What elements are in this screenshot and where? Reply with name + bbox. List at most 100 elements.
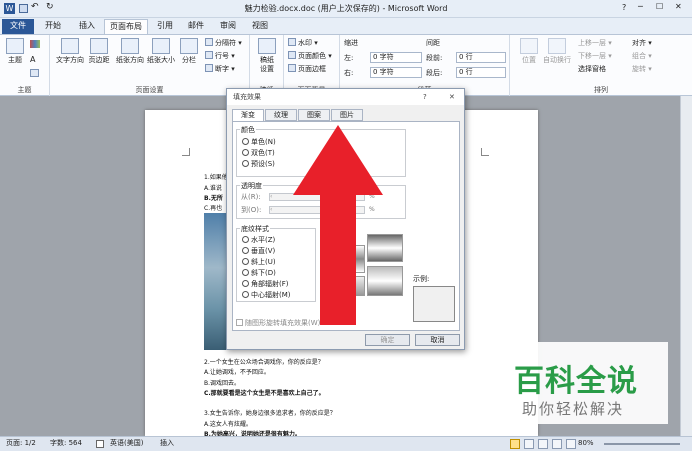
- minimize-icon[interactable]: ─: [638, 2, 643, 11]
- rotate-button[interactable]: 旋转 ▾: [632, 64, 652, 74]
- tab-review[interactable]: 审阅: [214, 19, 242, 34]
- doc-line: B.调戏回去。: [204, 380, 241, 387]
- radio-diagonal-down[interactable]: 斜下(D): [242, 269, 276, 278]
- sample-label: 示例:: [413, 275, 430, 283]
- status-insert-mode[interactable]: 插入: [160, 437, 174, 450]
- columns-icon: [180, 38, 198, 54]
- radio-vertical-circle: [242, 247, 249, 254]
- page-color-button[interactable]: 页面颜色 ▾: [288, 51, 332, 61]
- outline-view-icon[interactable]: [552, 439, 562, 449]
- watermark-button[interactable]: 水印 ▾: [288, 38, 318, 48]
- proofing-icon[interactable]: [96, 440, 104, 448]
- cancel-button[interactable]: 取消: [415, 334, 460, 346]
- wrap-text-button[interactable]: 自动换行: [542, 38, 572, 65]
- zoom-slider[interactable]: [604, 443, 680, 445]
- doc-line: A.让她调戏，不予回应。: [204, 369, 270, 376]
- page-borders-button[interactable]: 页面边框: [288, 64, 326, 74]
- tab-gradient[interactable]: 渐变: [232, 109, 264, 121]
- position-icon: [520, 38, 538, 54]
- help-icon[interactable]: ?: [622, 3, 626, 12]
- ok-button[interactable]: 确定: [365, 334, 410, 346]
- spacing-after-field[interactable]: 0 行: [456, 67, 506, 78]
- margins-button[interactable]: 页边距: [86, 38, 112, 65]
- ribbon: 主题 A 主题 文字方向 页边距 纸张方向 纸张大小 分栏 分隔符 ▾ 行号 ▾…: [0, 34, 692, 96]
- group-label-page-setup: 页面设置: [135, 86, 164, 94]
- text-direction-icon: [61, 38, 79, 54]
- ribbon-tab-bar: 文件 开始 插入 页面布局 引用 邮件 审阅 视图: [0, 18, 692, 34]
- radio-from-center[interactable]: 中心辐射(M): [242, 291, 291, 300]
- group-themes: 主题 A 主题: [0, 35, 50, 96]
- draft-settings-button[interactable]: 稿纸 设置: [256, 38, 278, 74]
- status-words[interactable]: 字数: 564: [50, 437, 82, 450]
- draft-view-icon[interactable]: [566, 439, 576, 449]
- radio-vertical[interactable]: 垂直(V): [242, 247, 275, 256]
- close-icon[interactable]: ✕: [675, 2, 682, 11]
- tab-file[interactable]: 文件: [2, 19, 34, 34]
- selection-pane-button[interactable]: 选择窗格: [578, 64, 606, 74]
- tab-view[interactable]: 视图: [246, 19, 274, 34]
- group-button[interactable]: 组合 ▾: [632, 51, 652, 61]
- page-borders-icon: [288, 64, 296, 72]
- position-button[interactable]: 位置: [516, 38, 542, 65]
- tab-mailings[interactable]: 邮件: [182, 19, 210, 34]
- dialog-title: 填充效果: [233, 93, 261, 101]
- full-screen-view-icon[interactable]: [524, 439, 534, 449]
- window-title: 魅力检验.docx.doc (用户上次保存的) - Microsoft Word: [244, 4, 448, 13]
- tab-texture[interactable]: 纹理: [265, 109, 297, 121]
- radio-two-colors[interactable]: 双色(T): [242, 149, 275, 158]
- transparency-to-label: 到(O):: [241, 206, 262, 214]
- indent-right-field[interactable]: 0 字符: [370, 67, 422, 78]
- dialog-help-icon[interactable]: ?: [423, 89, 427, 105]
- status-zoom[interactable]: 80%: [578, 437, 594, 450]
- radio-from-corner[interactable]: 角部辐射(F): [242, 280, 289, 289]
- spacing-title: 间距: [426, 39, 440, 47]
- theme-fonts-icon[interactable]: A: [30, 55, 35, 64]
- maximize-icon[interactable]: ☐: [656, 2, 663, 11]
- orientation-button[interactable]: 纸张方向: [114, 38, 146, 65]
- dialog-close-icon[interactable]: ✕: [449, 89, 455, 105]
- size-button[interactable]: 纸张大小: [146, 38, 176, 65]
- watermark-icon: [288, 38, 296, 46]
- margin-mark-right: [481, 148, 489, 156]
- transparency-from-label: 从(R):: [241, 193, 261, 201]
- indent-left-field[interactable]: 0 字符: [370, 52, 422, 63]
- breaks-button[interactable]: 分隔符 ▾: [205, 38, 242, 48]
- group-paragraph: 缩进 左: 0 字符 右: 0 字符 间距 段前: 0 行 段后: 0 行 段落: [340, 35, 510, 96]
- hyphenation-icon: [205, 64, 213, 72]
- radio-horizontal[interactable]: 水平(Z): [242, 236, 275, 245]
- bring-forward-button[interactable]: 上移一层 ▾: [578, 38, 612, 48]
- tab-home[interactable]: 开始: [38, 19, 68, 34]
- tab-insert[interactable]: 插入: [72, 19, 102, 34]
- align-button[interactable]: 对齐 ▾: [632, 38, 652, 48]
- theme-effects-icon[interactable]: [30, 69, 39, 77]
- print-layout-view-icon[interactable]: [510, 439, 520, 449]
- tab-picture[interactable]: 图片: [331, 109, 363, 121]
- group-page-background: 水印 ▾ 页面颜色 ▾ 页面边框 页面背景: [284, 35, 340, 96]
- tab-references[interactable]: 引用: [151, 19, 179, 34]
- orientation-icon: [121, 38, 139, 54]
- theme-colors-icon[interactable]: [30, 40, 40, 48]
- vertical-scrollbar[interactable]: [680, 96, 692, 436]
- radio-preset[interactable]: 预设(S): [242, 160, 275, 169]
- indent-title: 缩进: [344, 39, 358, 47]
- themes-icon: [6, 38, 24, 54]
- spacing-before-field[interactable]: 0 行: [456, 52, 506, 63]
- doc-line: A.这女人有炫耀。: [204, 421, 252, 428]
- send-backward-button[interactable]: 下移一层 ▾: [578, 51, 612, 61]
- status-page[interactable]: 页面: 1/2: [6, 437, 36, 450]
- margins-icon: [90, 38, 108, 54]
- tab-pattern[interactable]: 图案: [298, 109, 330, 121]
- radio-diagonal-up[interactable]: 斜上(U): [242, 258, 276, 267]
- columns-button[interactable]: 分栏: [178, 38, 200, 65]
- watermark-subtitle: 助你轻松解决: [522, 400, 625, 418]
- web-layout-view-icon[interactable]: [538, 439, 548, 449]
- dialog-title-bar[interactable]: 填充效果 ? ✕: [227, 89, 464, 105]
- radio-one-color[interactable]: 单色(N): [242, 138, 276, 147]
- text-direction-button[interactable]: 文字方向: [54, 38, 86, 65]
- line-numbers-button[interactable]: 行号 ▾: [205, 51, 235, 61]
- hyphenation-button[interactable]: 断字 ▾: [205, 64, 235, 74]
- status-language[interactable]: 英语(美国): [110, 437, 143, 450]
- group-label-arrange: 排列: [594, 86, 608, 94]
- tab-page-layout[interactable]: 页面布局: [104, 19, 148, 34]
- themes-button[interactable]: 主题: [4, 38, 26, 65]
